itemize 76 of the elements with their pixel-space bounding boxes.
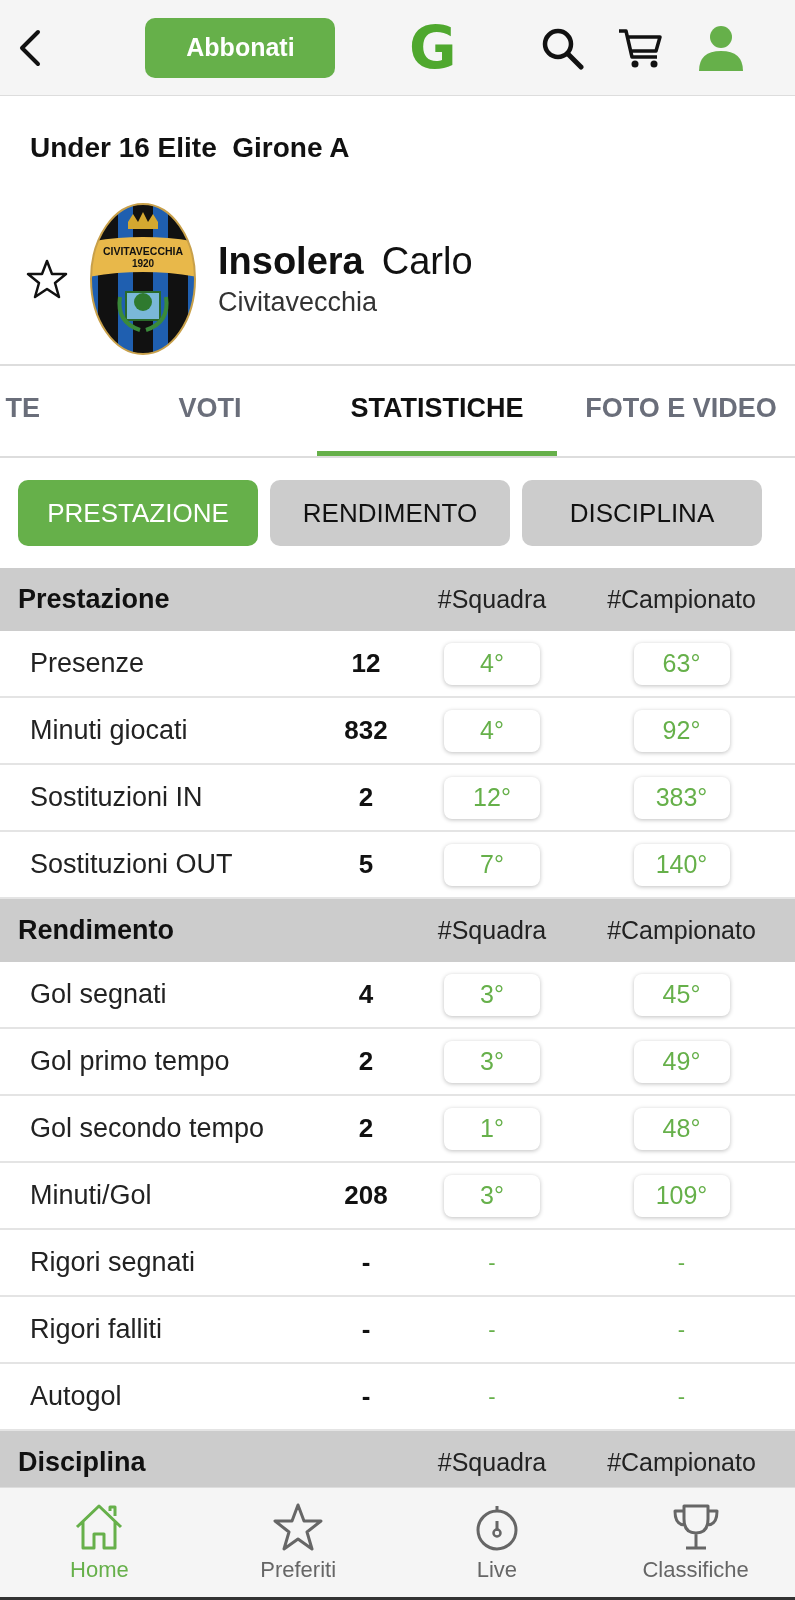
nav-item[interactable]: Classifiche bbox=[596, 1488, 795, 1597]
team-rank: 4° bbox=[444, 642, 540, 685]
app-logo[interactable]: G bbox=[408, 18, 457, 77]
stat-label: Presenze bbox=[29, 648, 146, 679]
home-icon bbox=[74, 1502, 125, 1551]
star-icon bbox=[273, 1502, 324, 1551]
stat-label: Gol primo tempo bbox=[29, 1046, 231, 1077]
column-header: #Campionato bbox=[607, 916, 756, 945]
tab[interactable]: TE bbox=[0, 366, 40, 456]
nav-item[interactable]: Preferiti bbox=[198, 1488, 398, 1597]
section-title: Prestazione bbox=[17, 584, 171, 615]
team-rank: 3° bbox=[444, 973, 540, 1016]
league-rank: 383° bbox=[633, 776, 730, 819]
section-title: Rendimento bbox=[17, 915, 175, 946]
stat-value: 5 bbox=[358, 849, 374, 880]
league-rank: - bbox=[677, 1316, 686, 1343]
filter-button[interactable]: RENDIMENTO bbox=[270, 480, 510, 546]
player-surname: Insolera bbox=[218, 240, 364, 283]
league-rank: 92° bbox=[633, 709, 730, 752]
stat-label: Sostituzioni OUT bbox=[29, 849, 234, 880]
cart-icon[interactable] bbox=[617, 26, 664, 69]
league-rank: 45° bbox=[633, 973, 730, 1016]
back-icon[interactable] bbox=[18, 27, 42, 68]
league-rank: - bbox=[677, 1249, 686, 1276]
team-rank: 1° bbox=[444, 1107, 540, 1150]
stat-label: Gol segnati bbox=[29, 979, 168, 1010]
column-header: #Squadra bbox=[437, 585, 547, 614]
filter-button[interactable]: PRESTAZIONE bbox=[18, 480, 258, 546]
league-rank: - bbox=[677, 1383, 686, 1410]
column-header: #Squadra bbox=[437, 1448, 547, 1477]
stat-value: 832 bbox=[344, 715, 388, 746]
favorite-star-icon[interactable] bbox=[26, 258, 68, 300]
league-rank: 109° bbox=[633, 1174, 730, 1217]
section-title: Disciplina bbox=[17, 1447, 147, 1478]
tab[interactable]: STATISTICHE bbox=[317, 366, 557, 456]
player-team: Civitavecchia bbox=[218, 287, 379, 318]
tab[interactable]: VOTI bbox=[40, 366, 280, 456]
league-rank: 49° bbox=[633, 1040, 730, 1083]
stat-label: Autogol bbox=[29, 1381, 123, 1412]
tab[interactable]: FOTO E VIDEO bbox=[557, 366, 795, 456]
stat-label: Gol secondo tempo bbox=[29, 1113, 266, 1144]
stat-value: 2 bbox=[358, 1113, 374, 1144]
filter-button[interactable]: DISCIPLINA bbox=[522, 480, 762, 546]
team-rank: - bbox=[488, 1316, 496, 1343]
stat-value: 4 bbox=[358, 979, 374, 1010]
stat-value: - bbox=[361, 1314, 371, 1345]
stat-value: - bbox=[361, 1247, 371, 1278]
nav-item[interactable]: Live bbox=[397, 1488, 597, 1597]
stat-value: 12 bbox=[351, 648, 381, 679]
player-first-name: Carlo bbox=[381, 240, 473, 283]
column-header: #Campionato bbox=[607, 585, 756, 614]
column-header: #Squadra bbox=[437, 916, 547, 945]
team-rank: 3° bbox=[444, 1040, 540, 1083]
column-header: #Campionato bbox=[607, 1448, 756, 1477]
crest-year: 1920 bbox=[131, 257, 155, 269]
team-rank: 12° bbox=[444, 776, 540, 819]
stat-label: Minuti/Gol bbox=[29, 1180, 153, 1211]
league-rank: 48° bbox=[633, 1107, 730, 1150]
stat-label: Rigori segnati bbox=[29, 1247, 197, 1278]
team-rank: 3° bbox=[444, 1174, 540, 1217]
subscribe-button[interactable]: Abbonati bbox=[145, 17, 336, 78]
stat-value: - bbox=[361, 1381, 371, 1412]
league-rank: 63° bbox=[633, 642, 730, 685]
stat-label: Sostituzioni IN bbox=[29, 782, 204, 813]
team-rank: - bbox=[488, 1249, 496, 1276]
stat-value: 2 bbox=[358, 1046, 374, 1077]
league-rank: 140° bbox=[633, 843, 730, 886]
stat-label: Rigori falliti bbox=[29, 1314, 164, 1345]
competition-title: Under 16 Elite Girone A bbox=[29, 131, 351, 165]
stat-label: Minuti giocati bbox=[29, 715, 189, 746]
team-rank: 4° bbox=[444, 709, 540, 752]
crest-text: CIVITAVECCHIA bbox=[102, 244, 184, 257]
team-rank: - bbox=[488, 1383, 496, 1410]
stat-value: 208 bbox=[344, 1180, 388, 1211]
team-rank: 7° bbox=[444, 843, 540, 886]
stat-value: 2 bbox=[358, 782, 374, 813]
